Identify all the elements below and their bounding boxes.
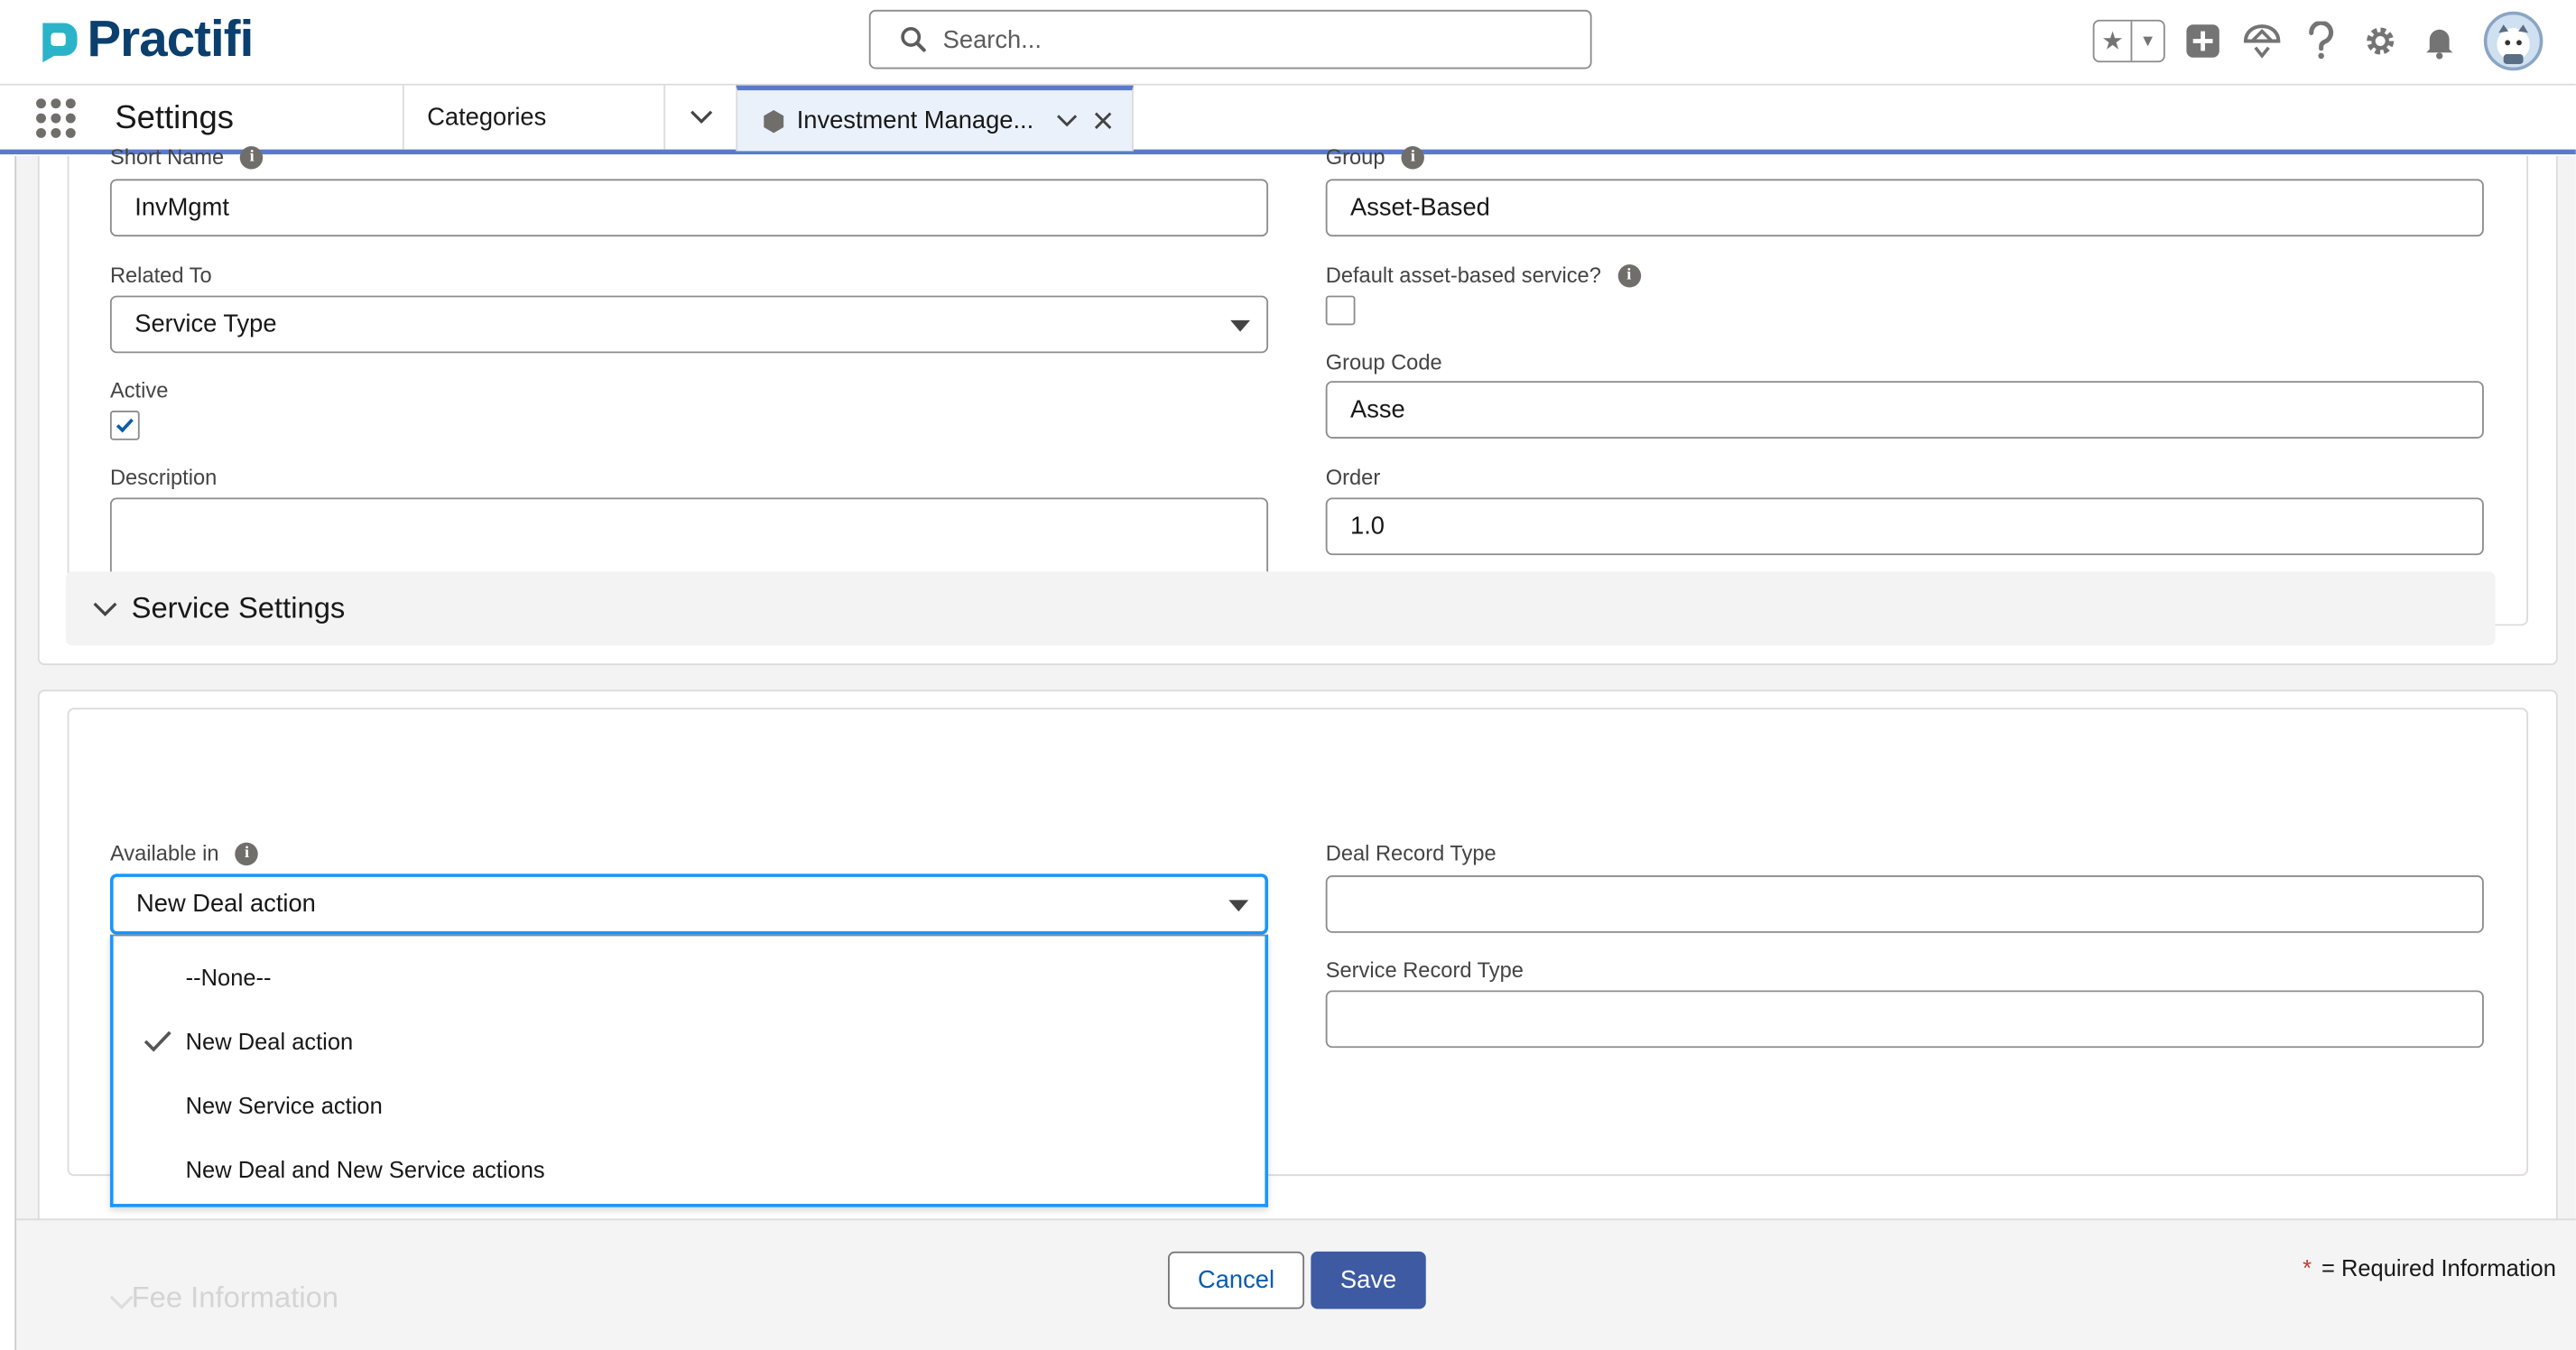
option-label: New Deal action <box>185 1028 354 1055</box>
deal-record-type-label: Deal Record Type <box>1325 840 1496 866</box>
available-in-label: Available in i <box>110 841 259 865</box>
record-hexagon-icon <box>764 109 784 133</box>
required-star: * <box>2303 1254 2312 1281</box>
nav-item-categories[interactable]: Categories <box>402 85 663 150</box>
available-in-select[interactable]: New Deal action <box>109 874 1269 935</box>
group-code-field[interactable]: Asse <box>1325 381 2484 439</box>
info-icon[interactable]: i <box>240 145 264 169</box>
app-launcher-icon[interactable] <box>36 98 76 138</box>
group-code-value: Asse <box>1350 395 1405 424</box>
global-search[interactable] <box>868 9 1592 69</box>
option-none[interactable]: --None-- <box>114 946 1265 1008</box>
group-field[interactable]: Asset-Based <box>1325 179 2484 237</box>
notification-bell-icon[interactable] <box>2418 20 2460 62</box>
info-icon[interactable]: i <box>235 841 259 865</box>
option-label: --None-- <box>185 964 272 991</box>
logo-text: Practifi <box>87 9 254 68</box>
add-icon[interactable] <box>2182 20 2224 62</box>
related-to-value: Service Type <box>134 310 277 338</box>
tab-label: Investment Manage... <box>796 106 1034 135</box>
info-icon[interactable]: i <box>1617 264 1641 287</box>
default-asset-based-label: Default asset-based service? i <box>1326 263 1641 288</box>
service-settings-header[interactable]: Service Settings <box>65 571 2496 646</box>
short-name-label: Short Name i <box>110 144 264 169</box>
dropdown-caret-icon <box>1228 900 1249 912</box>
dropdown-caret-icon <box>1230 319 1251 332</box>
option-label: New Service action <box>185 1092 383 1119</box>
favorites-group: ★ ▼ <box>2092 19 2165 63</box>
chevron-down-icon <box>690 110 712 124</box>
trailhead-icon[interactable] <box>2240 20 2283 62</box>
option-new-service-action[interactable]: New Service action <box>114 1074 1265 1136</box>
group-code-label: Group Code <box>1325 349 1442 374</box>
option-new-deal-action[interactable]: New Deal action <box>114 1010 1265 1072</box>
fee-information-title: Fee Information <box>131 1281 339 1314</box>
available-in-listbox: --None-- New Deal action New Service act… <box>109 934 1269 1207</box>
practifi-logo-icon <box>42 22 78 62</box>
checkmark-icon <box>116 418 134 433</box>
group-value: Asset-Based <box>1350 193 1490 222</box>
app-name: Settings <box>115 100 234 137</box>
active-checkbox[interactable] <box>109 411 140 440</box>
search-input[interactable] <box>942 25 1568 54</box>
avatar[interactable] <box>2483 11 2544 71</box>
check-icon <box>144 1031 171 1052</box>
short-name-value: InvMgmt <box>134 193 229 222</box>
description-label: Description <box>109 465 218 490</box>
chevron-down-icon[interactable] <box>1056 114 1078 128</box>
app-nav-bar: Settings Categories Investment Manage... <box>0 85 2576 155</box>
deal-record-type-field[interactable] <box>1325 875 2484 933</box>
order-field[interactable]: 1.0 <box>1325 497 2484 556</box>
nav-menu-dropdown[interactable] <box>663 85 736 150</box>
header-utility-icons: ★ ▼ <box>2092 6 2544 75</box>
option-new-deal-and-service[interactable]: New Deal and New Service actions <box>114 1138 1265 1200</box>
info-icon[interactable]: i <box>1401 145 1425 169</box>
global-header: Practifi ★ ▼ <box>0 0 2576 86</box>
chevron-down-icon <box>93 601 117 616</box>
setup-gear-icon[interactable] <box>2359 20 2402 62</box>
chevron-down-icon <box>109 1295 134 1310</box>
option-label: New Deal and New Service actions <box>185 1156 545 1183</box>
search-icon <box>901 27 926 52</box>
nav-item-label: Categories <box>427 103 547 132</box>
required-info-text: = Required Information <box>2321 1254 2556 1281</box>
chevron-down-icon[interactable]: ▼ <box>2130 21 2164 61</box>
section-title: Service Settings <box>131 591 346 624</box>
tab-investment-management[interactable]: Investment Manage... <box>736 85 1134 152</box>
order-value: 1.0 <box>1350 512 1385 541</box>
related-to-label: Related To <box>109 263 212 288</box>
save-button[interactable]: Save <box>1311 1251 1426 1309</box>
help-icon[interactable] <box>2300 20 2342 62</box>
left-panel-edge <box>0 155 17 1350</box>
practifi-logo[interactable]: Practifi <box>36 9 254 68</box>
cancel-button[interactable]: Cancel <box>1168 1251 1305 1309</box>
short-name-field[interactable]: InvMgmt <box>109 179 1269 237</box>
service-record-type-label: Service Record Type <box>1325 957 1524 983</box>
star-icon[interactable]: ★ <box>2095 22 2131 61</box>
active-label: Active <box>109 377 169 402</box>
group-label: Group i <box>1326 144 1425 169</box>
related-to-select[interactable]: Service Type <box>109 295 1269 354</box>
service-record-type-field[interactable] <box>1325 990 2484 1049</box>
required-info-legend: * = Required Information <box>2303 1254 2556 1281</box>
fee-information-section-ghost: Fee Information <box>132 1281 338 1316</box>
default-asset-based-checkbox[interactable] <box>1325 295 1356 326</box>
order-label: Order <box>1325 465 1381 490</box>
available-in-value: New Deal action <box>136 890 316 919</box>
close-icon[interactable] <box>1094 112 1112 130</box>
